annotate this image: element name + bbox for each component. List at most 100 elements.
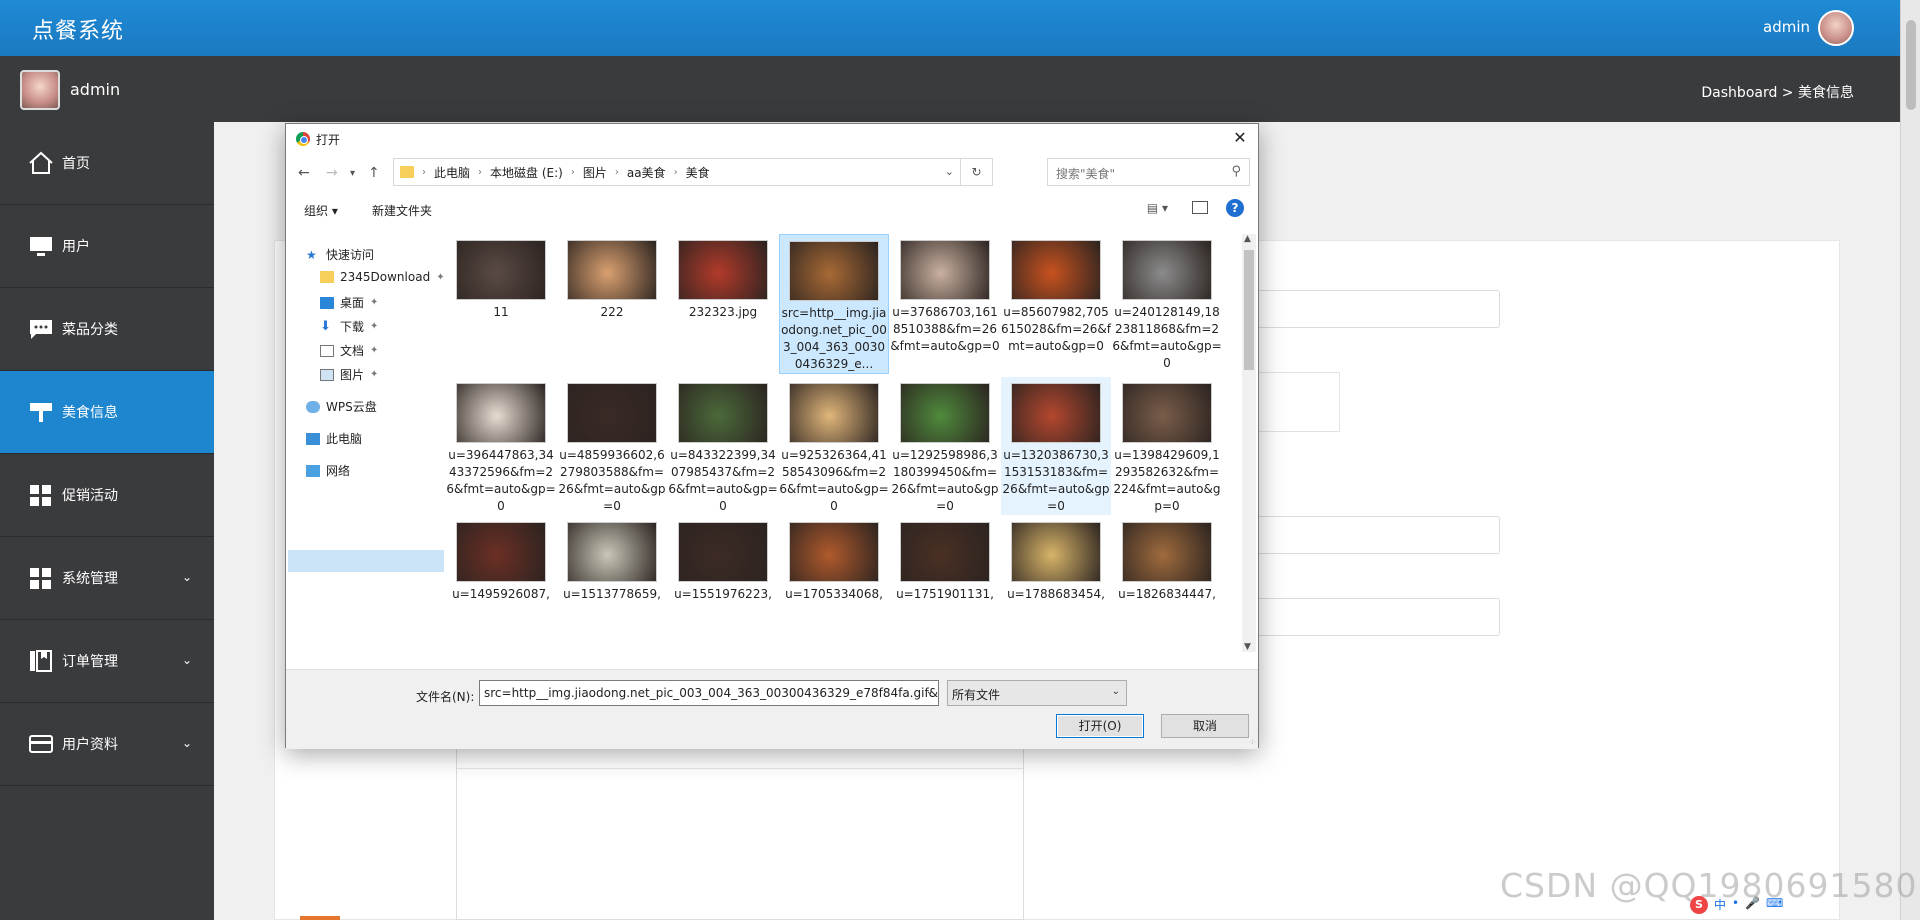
new-folder-button[interactable]: 新建文件夹 [372,202,432,219]
file-item[interactable]: u=1788683454, [1001,516,1111,603]
filename-input[interactable]: src=http__img.jiaodong.net_pic_003_004_3… [479,680,939,706]
system-tray: S 中 • 🎤 ⌨ [1690,896,1910,918]
tray-icon[interactable]: 中 [1714,896,1726,918]
tree-item-wps-cloud[interactable]: WPS云盘 [306,398,377,415]
file-thumbnail [900,240,990,300]
file-item[interactable]: u=1705334068, [779,516,889,603]
sidebar-item-orders[interactable]: 订单管理 ⌄ [0,620,214,703]
header-username[interactable]: admin [1763,18,1810,36]
chevron-down-icon[interactable]: ⌄ [182,570,192,584]
file-item[interactable]: u=1551976223, [668,516,778,603]
refresh-icon[interactable]: ↻ [960,159,992,185]
file-item[interactable]: u=1398429609,1293582632&fm=224&fmt=auto&… [1112,377,1222,515]
sidebar-item-profile[interactable]: 用户资料 ⌄ [0,703,214,786]
chevron-down-icon[interactable]: ⌄ [1112,686,1120,697]
file-item[interactable]: src=http__img.jiaodong.net_pic_003_004_3… [779,234,889,374]
file-item[interactable]: u=37686703,1618510388&fm=26&fmt=auto&gp=… [890,234,1000,355]
sidebar-item-food-info[interactable]: 美食信息 [0,371,214,454]
search-icon[interactable]: ⚲ [1231,164,1241,179]
recent-dropdown-icon[interactable]: ▾ [350,168,355,179]
microphone-icon[interactable]: 🎤 [1745,896,1760,918]
page-scrollbar[interactable] [1900,0,1920,920]
file-item[interactable]: 222 [557,234,667,321]
tree-item-downloads[interactable]: ⬇ 下载 ✦ [320,318,378,335]
file-open-dialog: 打开 ✕ ← → ▾ ↑ › 此电脑 › 本地磁盘 (E:) › 图片 › aa… [285,123,1259,749]
path-segment[interactable]: 此电脑 [434,164,470,181]
chevron-down-icon[interactable]: ⌄ [945,165,954,178]
tree-item-documents[interactable]: 文档 ✦ [320,342,378,359]
file-thumbnail [567,240,657,300]
path-segment[interactable]: aa美食 [627,164,666,181]
file-type-select[interactable]: 所有文件 ⌄ [947,680,1127,706]
file-item[interactable]: 11 [446,234,556,321]
tree-item-quick-access[interactable]: ★ 快速访问 [306,246,374,263]
tree-item-2345download[interactable]: 2345Download ✦ [320,270,445,284]
back-icon[interactable]: ← [298,165,310,181]
header-avatar[interactable] [1818,10,1854,46]
path-segment[interactable]: 图片 [583,164,607,181]
sidebar-username: admin [70,80,121,99]
file-name: 11 [493,305,509,319]
rich-text-editor[interactable]: 🔗 📷 🎞 [456,722,1024,920]
file-item[interactable]: u=843322399,3407985437&fm=26&fmt=auto&gp… [668,377,778,515]
file-item[interactable]: u=1751901131, [890,516,1000,603]
file-thumbnail [567,522,657,582]
search-placeholder: 搜索"美食" [1056,167,1116,181]
tree-item-this-pc[interactable]: 此电脑 [306,430,362,447]
sidebar-item-system[interactable]: 系统管理 ⌄ [0,537,214,620]
help-icon[interactable]: ? [1226,199,1244,217]
address-bar[interactable]: › 此电脑 › 本地磁盘 (E:) › 图片 › aa美食 › 美食 ⌄ ↻ [393,158,993,186]
scroll-down-icon[interactable]: ▼ [1244,642,1251,652]
chevron-down-icon[interactable]: ⌄ [182,736,192,750]
page-scrollbar-thumb[interactable] [1906,20,1916,110]
file-thumbnail [1122,240,1212,300]
keyboard-icon[interactable]: ⌨ [1766,896,1783,918]
sidebar-item-category[interactable]: 菜品分类 [0,288,214,371]
view-options-icon[interactable]: ▤ ▾ [1147,201,1168,215]
file-item[interactable]: u=240128149,1823811868&fm=26&fmt=auto&gp… [1112,234,1222,372]
file-name: u=843322399,3407985437&fm=26&fmt=auto&gp… [668,448,778,513]
home-icon [26,150,56,176]
cancel-button[interactable]: 取消 [1161,714,1249,738]
file-grid-scrollbar[interactable]: ▲ ▼ [1242,234,1256,652]
search-input[interactable]: 搜索"美食" ⚲ [1047,158,1250,186]
tree-item-pictures[interactable]: 图片 ✦ [320,366,378,383]
path-segment[interactable]: 美食 [686,164,710,181]
tree-item-desktop[interactable]: 桌面 ✦ [320,294,378,311]
scrollbar-thumb[interactable] [1244,250,1254,370]
tree-item-network[interactable]: 网络 [306,462,350,479]
file-item[interactable]: 232323.jpg [668,234,778,321]
file-item[interactable]: u=1826834447, [1112,516,1222,603]
file-item[interactable]: u=85607982,705615028&fm=26&fmt=auto&gp=0 [1001,234,1111,355]
organize-menu[interactable]: 组织 ▾ [304,202,338,219]
sidebar-item-label: 系统管理 [62,571,118,587]
sidebar-item-users[interactable]: 用户 [0,205,214,288]
file-item[interactable]: u=4859936602,6279803588&fm=26&fmt=auto&g… [557,377,667,515]
file-name: u=1551976223, [674,587,772,601]
file-item[interactable]: u=1495926087, [446,516,556,603]
resize-grip-icon[interactable]: ⁘ [1249,738,1256,747]
sidebar-item-home[interactable]: 首页 [0,122,214,205]
close-icon[interactable]: ✕ [1222,124,1258,152]
file-item[interactable]: u=1292598986,3180399450&fm=26&fmt=auto&g… [890,377,1000,515]
sub-header: admin Dashboard > 美食信息 [0,56,1900,122]
up-icon[interactable]: ↑ [368,165,380,181]
preview-pane-icon[interactable] [1192,201,1208,214]
open-button[interactable]: 打开(O) [1056,714,1144,738]
file-thumbnail [678,240,768,300]
chevron-down-icon[interactable]: ⌄ [182,653,192,667]
scroll-up-icon[interactable]: ▲ [1244,234,1251,244]
file-item[interactable]: u=396447863,3443372596&fm=26&fmt=auto&gp… [446,377,556,515]
chevron-down-icon[interactable]: ⌄ [926,686,934,697]
file-name: u=1826834447, [1118,587,1216,601]
sidebar-item-promotions[interactable]: 促销活动 [0,454,214,537]
ime-icon[interactable]: S [1690,896,1708,914]
file-item[interactable]: u=925326364,4158543096&fm=26&fmt=auto&gp… [779,377,889,515]
card-icon [26,731,56,757]
forward-icon[interactable]: → [326,165,338,181]
tray-icon[interactable]: • [1732,896,1739,918]
file-item[interactable]: u=1320386730,3153153183&fm=26&fmt=auto&g… [1001,377,1111,515]
file-thumbnail [456,240,546,300]
file-item[interactable]: u=1513778659, [557,516,667,603]
path-segment[interactable]: 本地磁盘 (E:) [490,164,563,181]
